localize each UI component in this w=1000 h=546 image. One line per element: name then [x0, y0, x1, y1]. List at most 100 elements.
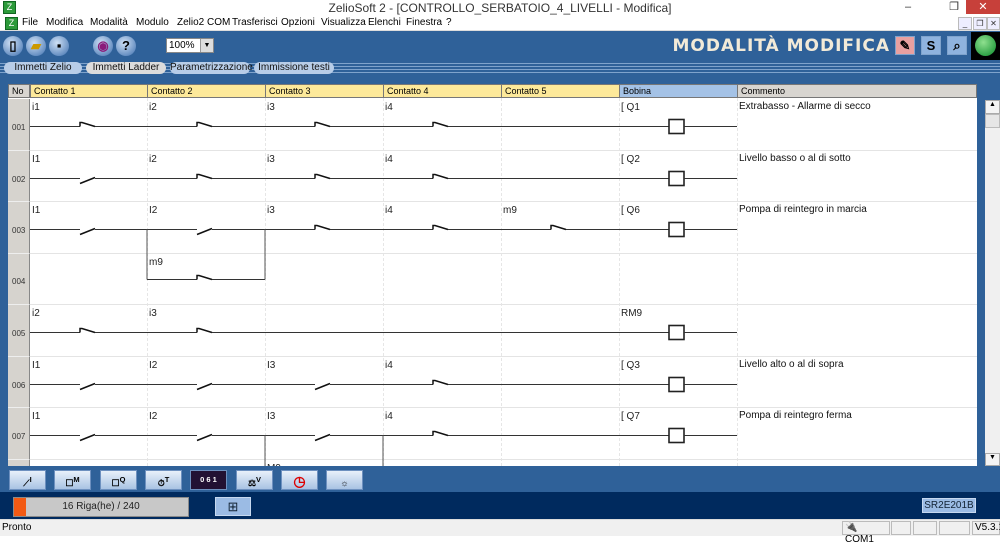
tab-row-bg [0, 75, 1000, 84]
contact-no-icon [79, 176, 96, 185]
coil-m-icon[interactable]: ☐M [54, 470, 91, 490]
tool-label: I [29, 475, 32, 484]
menu-finestra[interactable]: Finestra [406, 17, 442, 28]
ladder-diagram [30, 118, 737, 466]
col-contatto-1: Contatto 1 [30, 84, 148, 98]
minimize-button[interactable]: – [894, 0, 922, 14]
col-contatto-3: Contatto 3 [265, 84, 384, 98]
menu-elenchi[interactable]: Elenchi [368, 17, 401, 28]
coil-icon [668, 221, 685, 238]
status-pane [913, 521, 937, 535]
contact-nc-icon [314, 173, 331, 180]
restore-button[interactable]: ❐ [940, 0, 968, 14]
zoom-value: 100% [169, 40, 195, 51]
col-bobina: Bobina [619, 84, 738, 98]
tool-label: V [256, 475, 262, 484]
comparator-icon[interactable]: ⚖V [236, 470, 273, 490]
tab-parametrizzazione[interactable]: Parametrizzazione [170, 62, 253, 74]
scroll-thumb[interactable] [985, 114, 1000, 128]
coil-icon [668, 376, 685, 393]
view-icon[interactable]: ◉ [93, 36, 113, 56]
contact-no-icon [79, 382, 96, 391]
contact-nc-icon [432, 224, 449, 231]
contact-nc-icon [432, 121, 449, 128]
menu-trasferisci[interactable]: Trasferisci [232, 17, 278, 28]
contact-nc-icon [79, 327, 96, 334]
document-icon: Z [5, 17, 18, 30]
contact-no-icon [196, 227, 213, 236]
menu-file[interactable]: File [22, 17, 38, 28]
com-port: 🔌 COM1 [842, 521, 890, 545]
timer-icon-glyph: ⏱ [157, 478, 165, 488]
zelio-logo [971, 32, 1000, 60]
grid-header: No Contatto 1 Contatto 2 Contatto 3 Cont… [8, 84, 977, 98]
mdi-minimize-button[interactable]: _ [958, 17, 972, 30]
mdi-restore-button[interactable]: ❐ [973, 17, 987, 30]
contact-no-icon [79, 433, 96, 442]
menu-visualizza[interactable]: Visualizza [321, 17, 366, 28]
save-icon[interactable]: ▪ [49, 36, 69, 56]
element-toolbar: ⟋I ☐M ☐Q ⏱T 0 6 1 ⚖V ◷ ☼ [0, 466, 1000, 492]
tab-immetti-zelio[interactable]: Immetti Zelio [4, 62, 82, 74]
chevron-down-icon[interactable]: ▼ [200, 39, 213, 52]
summer-winter-icon-glyph: ☼ [340, 478, 349, 488]
version: V5.3.1 [972, 521, 1000, 535]
coil-icon [668, 324, 685, 341]
contact-nc-icon [314, 121, 331, 128]
contact-nc-icon [196, 327, 213, 334]
status-pane [939, 521, 970, 535]
contact-nc-icon [432, 430, 449, 437]
contact-nc-icon [432, 173, 449, 180]
col-contatto-4: Contatto 4 [383, 84, 502, 98]
contact-no-icon [196, 433, 213, 442]
progress-fill [14, 498, 26, 516]
contact-no-icon [314, 433, 331, 442]
function-block-icon[interactable]: ⊞ [215, 497, 251, 516]
ladder-grid[interactable]: 001 i1 i2 i3 i4[ Q1 Extrabasso - Allarme di s… [8, 98, 977, 466]
title-bar: Z ZelioSoft 2 - [CONTROLLO_SERBATOIO_4_L… [0, 0, 1000, 16]
counter-icon[interactable]: 0 6 1 [190, 470, 227, 490]
menu-zelio2-com[interactable]: Zelio2 COM [177, 17, 230, 28]
vertical-scrollbar[interactable]: ▲ ▼ [977, 84, 1000, 466]
menu-modifica[interactable]: Modifica [46, 17, 83, 28]
open-icon[interactable]: ▰ [26, 36, 46, 56]
left-strip [0, 84, 8, 466]
tool-label: M [73, 475, 80, 484]
menu-modalit-[interactable]: Modalità [90, 17, 128, 28]
scroll-down-button[interactable]: ▼ [985, 453, 1000, 466]
close-button[interactable]: ✕ [966, 0, 1000, 14]
contact-no-icon [196, 382, 213, 391]
zoom-select[interactable]: 100% ▼ [166, 38, 214, 53]
search-icon[interactable]: ⌕ [947, 36, 967, 55]
menu--[interactable]: ? [446, 17, 452, 28]
menu-modulo[interactable]: Modulo [136, 17, 169, 28]
help-icon[interactable]: ? [116, 36, 136, 56]
scroll-up-button[interactable]: ▲ [985, 100, 1000, 114]
status-pane [891, 521, 911, 535]
clock-icon[interactable]: ◷ [281, 470, 318, 490]
tool-label: Q [119, 475, 126, 484]
col-contatto-2: Contatto 2 [147, 84, 266, 98]
progress-text: 16 Riga(he) / 240 [62, 501, 140, 512]
timer-icon[interactable]: ⏱T [145, 470, 182, 490]
col-no: No [8, 84, 30, 98]
comparator-icon-glyph: ⚖ [247, 478, 257, 488]
coil-q-icon[interactable]: ☐Q [100, 470, 137, 490]
summer-winter-icon[interactable]: ☼ [326, 470, 363, 490]
tool-label: T [164, 475, 170, 484]
edit-mode-icon[interactable]: ✎ [895, 36, 915, 55]
new-icon[interactable]: ▯ [3, 36, 23, 56]
tab-immetti-ladder[interactable]: Immetti Ladder [86, 62, 166, 74]
clock-icon-glyph: ◷ [293, 473, 306, 489]
rows-progress: 16 Riga(he) / 240 [13, 497, 189, 517]
mdi-close-button[interactable]: ✕ [987, 17, 1000, 30]
contact-no-icon [314, 382, 331, 391]
contact-nc-icon [550, 224, 567, 231]
simulation-button[interactable]: S [921, 36, 941, 55]
menu-bar: Z File Modifica Modalità Modulo Zelio2 COM Tr… [0, 16, 1000, 31]
contact-icon[interactable]: ⟋I [9, 470, 46, 490]
coil-icon [668, 170, 685, 187]
tab-immissione-testi[interactable]: Immissione testi [254, 62, 334, 74]
menu-opzioni[interactable]: Opzioni [281, 17, 315, 28]
mode-title: MODALITÀ MODIFICA [672, 36, 890, 56]
